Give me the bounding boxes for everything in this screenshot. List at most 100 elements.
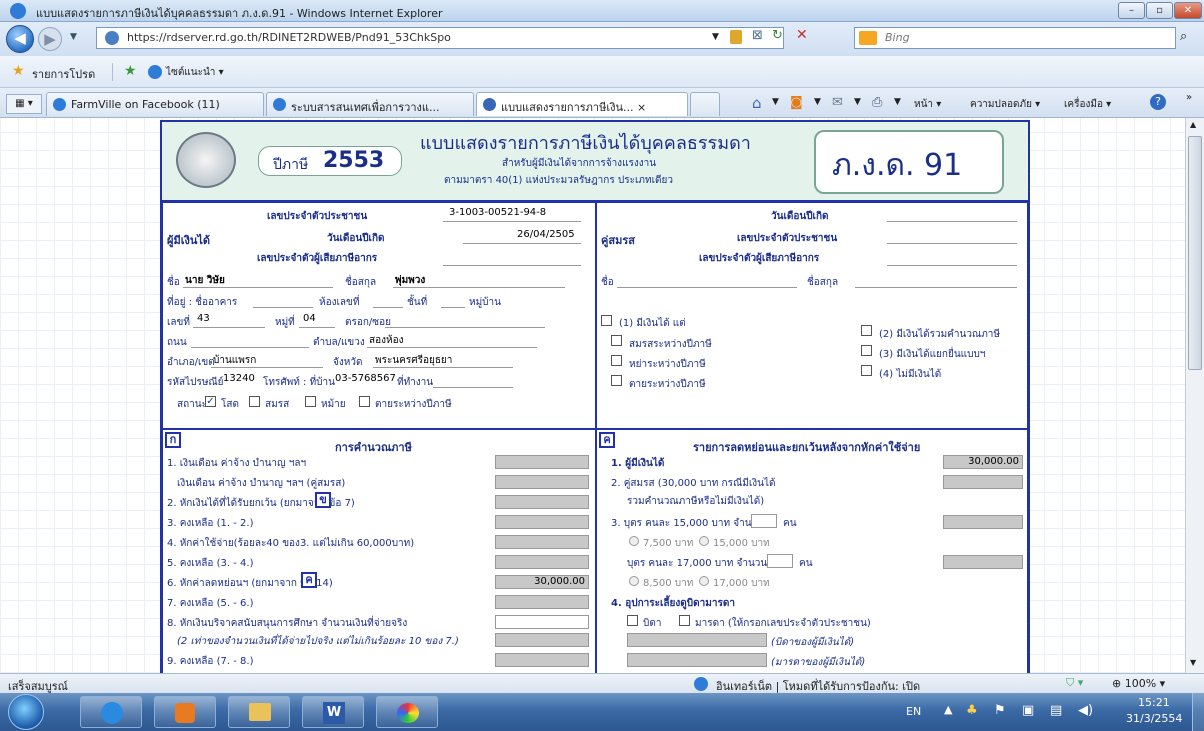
feeds-icon[interactable]: ◙: [790, 95, 803, 110]
spouse-opt3-checkbox[interactable]: [861, 345, 872, 356]
scroll-down-icon[interactable]: ▼: [1190, 658, 1196, 667]
child-17000-count-input[interactable]: [767, 554, 793, 568]
clock-date[interactable]: 31/3/2554: [1126, 712, 1182, 725]
print-dropdown-icon[interactable]: ▼: [894, 97, 901, 107]
tools-menu[interactable]: เครื่องมือ ▾: [1064, 97, 1111, 112]
language-indicator[interactable]: EN: [906, 705, 921, 718]
tray-flag-icon[interactable]: ⚑: [994, 703, 1006, 718]
clock-time[interactable]: 15:21: [1138, 696, 1170, 709]
calc-row-1-value[interactable]: [495, 455, 589, 469]
quick-tabs-button[interactable]: ▦ ▾: [6, 94, 42, 114]
status-single-checkbox[interactable]: ✓: [205, 396, 216, 407]
tab-info-system[interactable]: ระบบสารสนเทศเพื่อการวางแ...: [266, 92, 474, 116]
refresh-icon[interactable]: ↻: [772, 28, 783, 43]
help-icon[interactable]: ?: [1150, 94, 1166, 110]
status-widowed-checkbox[interactable]: [305, 396, 316, 407]
child-15000-radio[interactable]: [699, 536, 709, 546]
calc-row-6-value[interactable]: 30,000.00: [495, 575, 589, 589]
calc-row-9-value[interactable]: [495, 653, 589, 667]
suggested-sites-button[interactable]: ไซต์แนะนำ ▾: [166, 65, 224, 80]
subdistrict-value[interactable]: สองห้อง: [369, 333, 403, 348]
lock-icon[interactable]: [730, 30, 742, 44]
new-tab-button[interactable]: [690, 92, 720, 116]
phone-value[interactable]: 03-5768567: [335, 373, 396, 384]
favorites-button[interactable]: รายการโปรด: [32, 65, 95, 83]
deduct-payer-value[interactable]: 30,000.00: [943, 455, 1023, 469]
tray-network-icon[interactable]: ▤: [1050, 703, 1062, 718]
scroll-thumb[interactable]: [1188, 136, 1202, 370]
tray-volume-icon[interactable]: ◀): [1078, 703, 1093, 718]
father-checkbox[interactable]: [627, 615, 638, 626]
tab-pnd91[interactable]: แบบแสดงรายการภาษีเงิน... ×: [476, 92, 688, 116]
add-favorite-icon[interactable]: ★: [124, 63, 137, 79]
postal-value[interactable]: 13240: [223, 373, 255, 384]
district-value[interactable]: บ้านแพรก: [213, 353, 256, 368]
payer-id-value[interactable]: 3-1003-00521-94-8: [449, 207, 546, 218]
mail-dropdown-icon[interactable]: ▼: [854, 97, 861, 107]
url-input[interactable]: https://rdserver.rd.go.th/RDINET2RDWEB/P…: [96, 27, 784, 49]
feeds-dropdown-icon[interactable]: ▼: [814, 97, 821, 107]
calc-row-5-value[interactable]: [495, 555, 589, 569]
forward-button[interactable]: ▶: [38, 27, 62, 51]
tab-farmville[interactable]: FarmVille on Facebook (11): [46, 92, 264, 116]
mother-checkbox[interactable]: [679, 615, 690, 626]
overflow-chevron-icon[interactable]: »: [1186, 92, 1192, 103]
close-button[interactable]: ✕: [1174, 2, 1202, 19]
taskbar-ie-button[interactable]: [80, 696, 142, 728]
home-dropdown-icon[interactable]: ▼: [772, 97, 779, 107]
maximize-button[interactable]: ▫: [1146, 2, 1173, 19]
taskbar-media-button[interactable]: [154, 696, 216, 728]
mother-id-input[interactable]: [627, 653, 767, 667]
status-died-checkbox[interactable]: [359, 396, 370, 407]
moo-value[interactable]: 04: [303, 313, 316, 324]
tray-expand-icon[interactable]: ▲: [944, 703, 952, 716]
zoom-control[interactable]: ⊕ 100% ▾: [1112, 677, 1165, 690]
child-7500-radio[interactable]: [629, 536, 639, 546]
child-8500-radio[interactable]: [629, 576, 639, 586]
tray-people-icon[interactable]: ♣: [966, 703, 978, 718]
start-button[interactable]: [8, 694, 44, 730]
payer-birth-value[interactable]: 26/04/2505: [517, 229, 575, 240]
house-no-value[interactable]: 43: [197, 313, 210, 324]
spouse-opt1c-checkbox[interactable]: [611, 375, 622, 386]
home-icon[interactable]: ⌂: [752, 94, 762, 112]
province-value[interactable]: พระนครศรีอยุธยา: [375, 353, 452, 368]
calc-row-3-value[interactable]: [495, 515, 589, 529]
page-menu[interactable]: หน้า ▾: [914, 97, 941, 112]
child-15000-count-input[interactable]: [751, 514, 777, 528]
scroll-up-icon[interactable]: ▲: [1190, 120, 1196, 129]
search-input[interactable]: Bing: [854, 27, 1176, 49]
calc-row-7-value[interactable]: [495, 595, 589, 609]
calc-row-1b-value[interactable]: [495, 475, 589, 489]
stop-icon[interactable]: ✕: [796, 27, 808, 43]
deduct-child-17000-value[interactable]: [943, 555, 1023, 569]
deduct-spouse-value[interactable]: [943, 475, 1023, 489]
protected-mode-icon[interactable]: ⛉ ▾: [1066, 676, 1083, 690]
history-dropdown-icon[interactable]: ▼: [70, 32, 77, 42]
vertical-scrollbar[interactable]: ▲ ▼: [1185, 118, 1204, 673]
spouse-opt1-checkbox[interactable]: [601, 315, 612, 326]
back-button[interactable]: ◀: [6, 25, 34, 53]
safety-menu[interactable]: ความปลอดภัย ▾: [970, 97, 1040, 112]
mail-icon[interactable]: ✉: [832, 95, 843, 110]
calc-row-8-value[interactable]: [495, 633, 589, 647]
spouse-opt2-checkbox[interactable]: [861, 325, 872, 336]
spouse-opt1b-checkbox[interactable]: [611, 355, 622, 366]
calc-row-2-value[interactable]: [495, 495, 589, 509]
compatibility-icon[interactable]: ⊠: [752, 28, 763, 43]
child-17000-radio[interactable]: [699, 576, 709, 586]
status-married-checkbox[interactable]: [249, 396, 260, 407]
search-icon[interactable]: ⌕: [1180, 29, 1187, 44]
surname-value[interactable]: พุ่มพวง: [395, 273, 425, 288]
father-id-input[interactable]: [627, 633, 767, 647]
taskbar-paint-button[interactable]: [376, 696, 438, 728]
name-value[interactable]: นาย วิษัย: [185, 273, 225, 288]
calc-row-4-value[interactable]: [495, 535, 589, 549]
url-dropdown-icon[interactable]: ▼: [712, 32, 719, 42]
spouse-opt1a-checkbox[interactable]: [611, 335, 622, 346]
deduct-child-15000-value[interactable]: [943, 515, 1023, 529]
spouse-opt4-checkbox[interactable]: [861, 365, 872, 376]
taskbar-explorer-button[interactable]: [228, 696, 290, 728]
taskbar-word-button[interactable]: W: [302, 696, 364, 728]
tray-device-icon[interactable]: ▣: [1022, 703, 1034, 718]
